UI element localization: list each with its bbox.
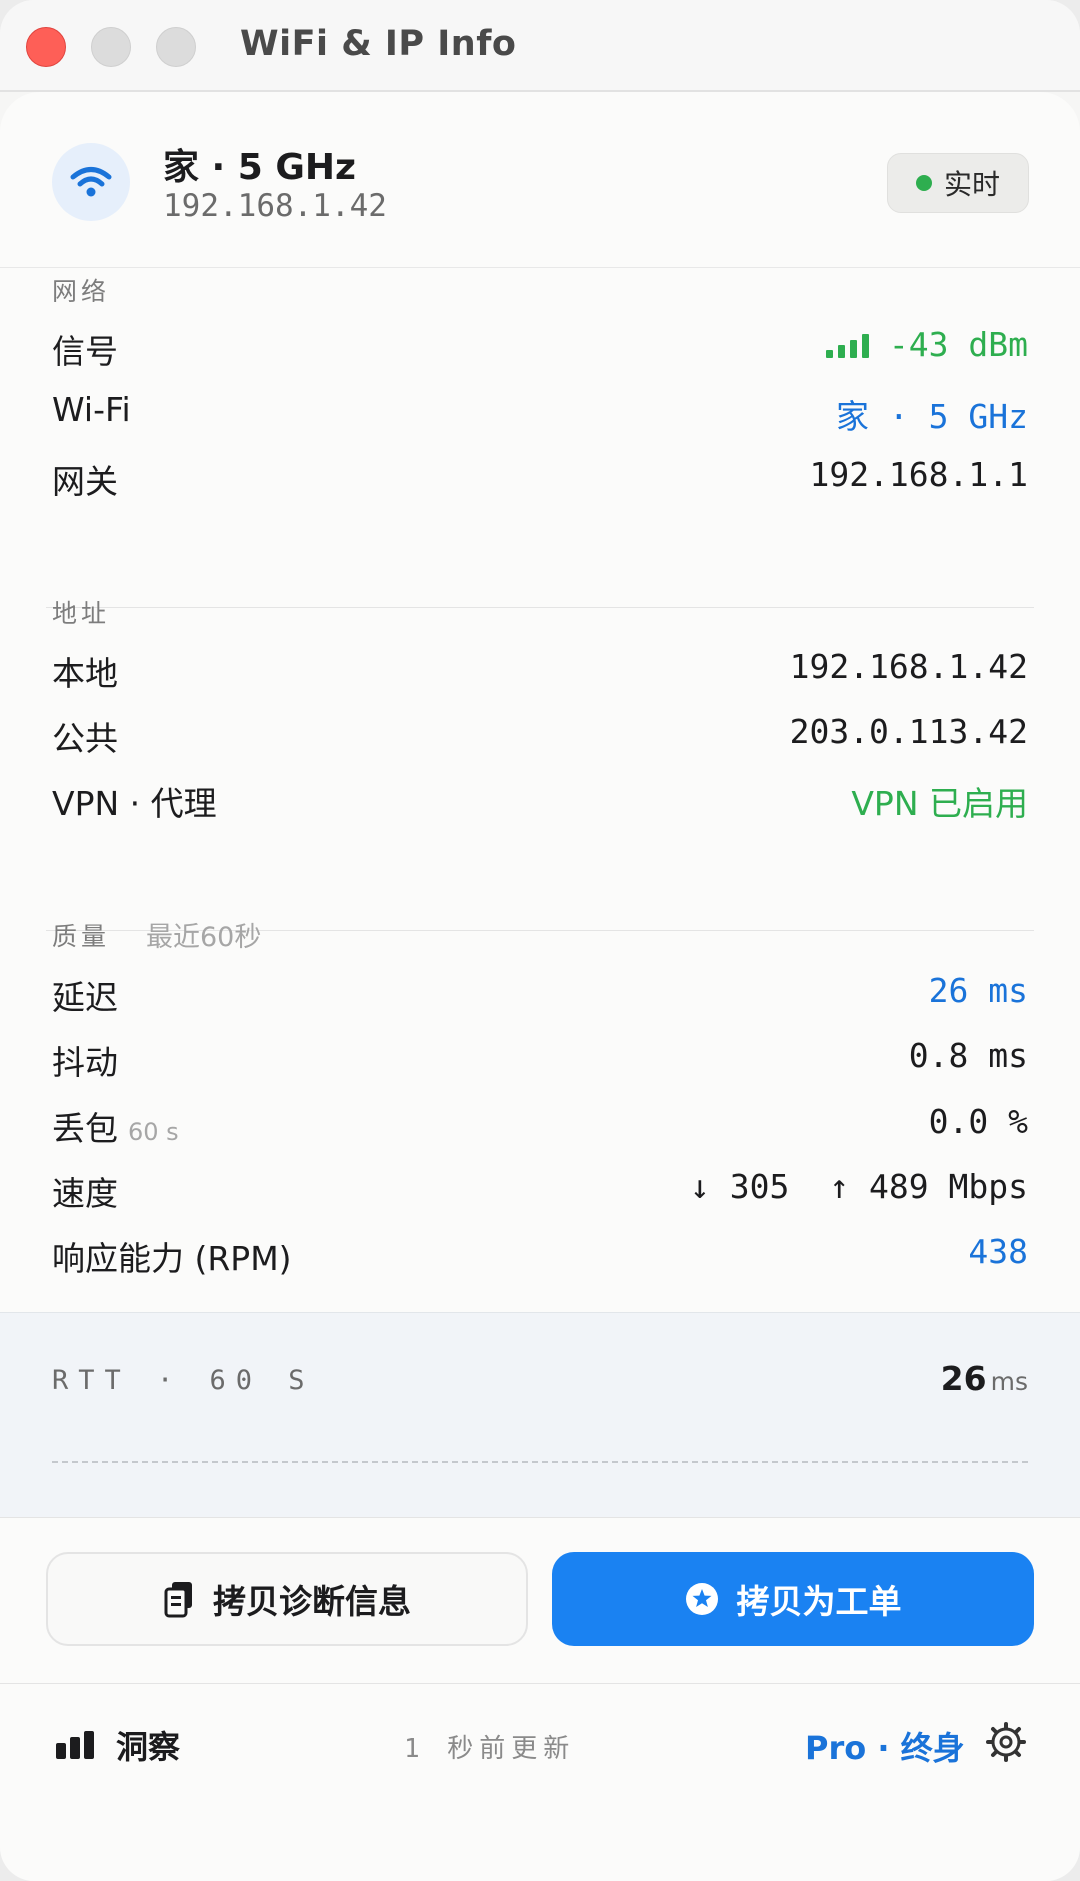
row-value-signal: -43 dBm <box>825 325 1028 364</box>
row-value-public: 203.0.113.42 <box>789 712 1028 751</box>
plan-link[interactable]: Pro · 终身 <box>805 1723 965 1769</box>
upload-speed: ↑ 489 Mbps <box>829 1167 1028 1206</box>
signal-bars-icon <box>825 334 869 358</box>
gear-icon[interactable] <box>986 1722 1026 1762</box>
device-ip: 192.168.1.42 <box>163 188 387 224</box>
live-status-label: 实时 <box>943 168 1000 201</box>
row-value-jitter: 0.8 ms <box>908 1036 1028 1075</box>
live-dot-icon <box>915 175 932 191</box>
network-header: 家 · 5 GHz 192.168.1.42 实时 <box>0 92 1080 268</box>
packet-loss-window: 60 s <box>128 1118 179 1146</box>
info-card: 家 · 5 GHz 192.168.1.42 实时 网络 信号 -43 dBm … <box>0 92 1080 1881</box>
row-label-rpm: 响应能力 (RPM) <box>52 1239 292 1278</box>
rtt-number: 26 <box>940 1359 987 1398</box>
star-badge-icon <box>685 1583 718 1615</box>
rtt-baseline <box>52 1461 1028 1463</box>
rtt-chart-panel: RTT · 60 S 26 ms <box>0 1312 1080 1518</box>
download-speed: ↓ 305 <box>689 1167 790 1206</box>
last-updated-text: 1 秒前更新 <box>404 1734 576 1764</box>
copy-ticket-button[interactable]: 拷贝为工单 <box>552 1552 1034 1646</box>
row-label-public: 公共 <box>52 719 118 758</box>
insights-label: 洞察 <box>116 1728 181 1766</box>
window-title: WiFi & IP Info <box>240 24 517 64</box>
minimize-window-button[interactable] <box>91 27 131 67</box>
rtt-unit: ms <box>990 1367 1028 1396</box>
row-label-jitter: 抖动 <box>52 1043 118 1082</box>
wifi-icon <box>52 143 130 221</box>
close-window-button[interactable] <box>26 27 66 67</box>
copy-diagnostics-button[interactable]: 拷贝诊断信息 <box>46 1552 528 1646</box>
signal-value: -43 dBm <box>888 325 1028 364</box>
rtt-label: RTT · 60 S <box>52 1365 315 1396</box>
row-label-speed: 速度 <box>52 1174 118 1213</box>
section-label-network: 网络 <box>52 277 111 306</box>
row-label-gateway: 网关 <box>52 462 118 501</box>
zoom-window-button[interactable] <box>156 27 196 67</box>
row-value-speed: ↓ 305 ↑ 489 Mbps <box>690 1167 1028 1206</box>
row-value-local: 192.168.1.42 <box>789 647 1028 686</box>
quality-window-label: 最近60秒 <box>146 922 262 953</box>
row-label-local: 本地 <box>52 654 118 693</box>
row-label-latency: 延迟 <box>52 978 118 1017</box>
row-value-packet-loss: 0.0 % <box>928 1102 1028 1141</box>
live-status-badge[interactable]: 实时 <box>887 153 1029 213</box>
row-label-wifi: Wi-Fi <box>52 390 131 429</box>
row-value-latency: 26 ms <box>928 971 1028 1010</box>
footer-bar: 洞察 1 秒前更新 Pro · 终身 <box>0 1683 1080 1789</box>
section-label-address: 地址 <box>52 599 111 628</box>
title-bar: WiFi & IP Info <box>0 0 1080 92</box>
network-name: 家 · 5 GHz <box>163 147 356 188</box>
rtt-current-value: 26 ms <box>941 1359 1028 1398</box>
packet-loss-label: 丢包 <box>52 1109 118 1148</box>
copy-ticket-label: 拷贝为工单 <box>736 1582 902 1621</box>
row-value-rpm: 438 <box>968 1232 1028 1271</box>
bar-chart-icon <box>56 1731 94 1759</box>
row-label-packet-loss: 丢包 60 s <box>52 1102 179 1150</box>
divider <box>46 607 1034 608</box>
insights-button[interactable]: 洞察 <box>56 1722 180 1768</box>
row-value-vpn: VPN 已启用 <box>851 784 1028 823</box>
row-label-signal: 信号 <box>52 332 118 371</box>
app-window: WiFi & IP Info 家 · 5 GHz 192.168.1.42 实时… <box>0 0 1080 1881</box>
copy-icon <box>164 1582 192 1618</box>
row-value-gateway: 192.168.1.1 <box>809 455 1028 494</box>
row-label-vpn: VPN · 代理 <box>52 784 217 823</box>
row-value-wifi[interactable]: 家 · 5 GHz <box>836 390 1028 438</box>
copy-diagnostics-label: 拷贝诊断信息 <box>213 1582 411 1621</box>
section-label-quality: 质量 <box>52 922 111 951</box>
